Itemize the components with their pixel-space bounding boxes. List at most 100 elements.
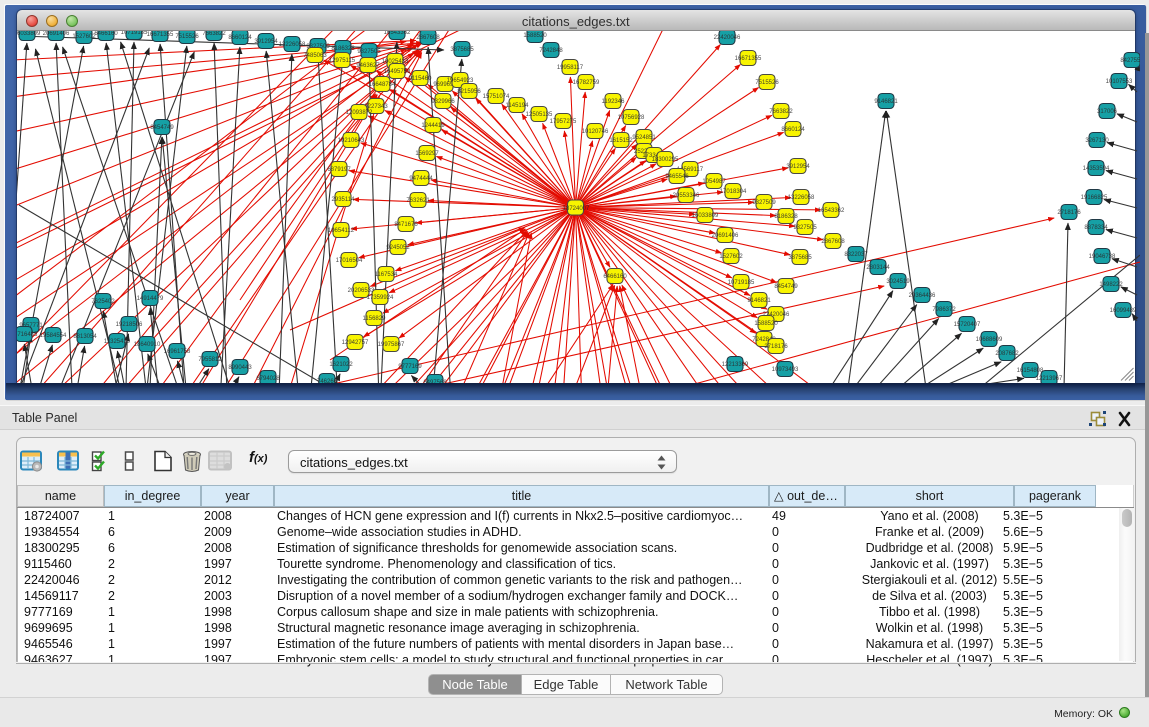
svg-text:16961758: 16961758: [164, 349, 191, 355]
svg-text:19046738: 19046738: [1089, 254, 1116, 260]
svg-text:10719185: 10719185: [728, 280, 755, 286]
svg-text:22420046: 22420046: [714, 35, 741, 41]
svg-text:8186328: 8186328: [331, 46, 355, 52]
svg-text:1527602: 1527602: [719, 254, 743, 260]
svg-text:3912954: 3912954: [786, 164, 810, 170]
svg-text:10973493: 10973493: [772, 367, 799, 373]
svg-text:3912954: 3912954: [254, 39, 278, 45]
svg-text:1588520: 1588520: [754, 321, 778, 327]
svg-text:17359924: 17359924: [367, 295, 394, 301]
svg-text:17016504: 17016504: [336, 258, 363, 264]
svg-text:16099489: 16099489: [1110, 308, 1137, 314]
svg-text:1588520: 1588520: [523, 33, 547, 39]
svg-text:1167534: 1167534: [375, 272, 399, 278]
svg-text:3024519: 3024519: [886, 279, 910, 285]
svg-text:2087682: 2087682: [995, 351, 1019, 357]
svg-text:9146821: 9146821: [874, 99, 898, 105]
svg-text:18640910: 18640910: [134, 342, 161, 348]
svg-text:15720407: 15720407: [954, 322, 981, 328]
svg-text:6794028: 6794028: [256, 376, 280, 382]
svg-text:9474444: 9474444: [409, 176, 433, 182]
svg-text:9465546: 9465546: [665, 174, 689, 180]
svg-text:20691406: 20691406: [712, 233, 739, 239]
svg-text:13226058: 13226058: [279, 42, 306, 48]
svg-text:2867608: 2867608: [416, 35, 440, 41]
svg-text:15716485: 15716485: [17, 332, 38, 338]
svg-text:9327509: 9327509: [752, 200, 776, 206]
svg-text:7663822: 7663822: [202, 31, 226, 37]
svg-text:16033809: 16033809: [17, 31, 41, 37]
svg-text:16033809: 16033809: [692, 213, 719, 219]
svg-text:9115460: 9115460: [409, 76, 433, 82]
svg-text:3267130: 3267130: [1085, 138, 1109, 144]
svg-text:8471676: 8471676: [394, 222, 418, 228]
svg-text:10107553: 10107553: [1106, 79, 1133, 85]
svg-text:3875685: 3875685: [450, 47, 474, 53]
svg-text:8454749: 8454749: [774, 284, 798, 290]
svg-text:17957275: 17957275: [550, 119, 577, 125]
svg-text:13226058: 13226058: [788, 195, 815, 201]
svg-text:10756928: 10756928: [618, 115, 645, 121]
svg-text:17018304: 17018304: [720, 189, 747, 195]
svg-text:10654112: 10654112: [328, 228, 355, 234]
svg-text:20553346: 20553346: [673, 193, 700, 199]
svg-text:18724007: 18724007: [563, 206, 590, 212]
svg-text:20691406: 20691406: [43, 31, 70, 37]
svg-text:9524851: 9524851: [632, 135, 656, 141]
svg-text:14353594: 14353594: [1083, 166, 1110, 172]
svg-text:8660124: 8660124: [781, 127, 805, 133]
svg-text:20206533: 20206533: [348, 288, 375, 294]
svg-text:8813054: 8813054: [73, 334, 97, 340]
svg-text:16671355: 16671355: [735, 56, 762, 62]
svg-text:9777169: 9777169: [398, 364, 422, 370]
svg-text:2803144: 2803144: [866, 265, 890, 271]
svg-text:16782759: 16782759: [573, 80, 600, 86]
svg-text:8215956: 8215956: [457, 89, 481, 95]
svg-text:14914479: 14914479: [137, 296, 164, 302]
svg-text:1621022: 1621022: [329, 362, 353, 368]
svg-text:2718176: 2718176: [764, 344, 788, 350]
svg-text:8427552: 8427552: [1120, 58, 1140, 64]
svg-text:1498222: 1498222: [1099, 282, 1123, 288]
svg-text:1192346: 1192346: [602, 99, 626, 105]
svg-text:16154808: 16154808: [1017, 368, 1044, 374]
svg-text:6466160: 6466160: [94, 31, 118, 37]
svg-text:18300295: 18300295: [652, 157, 679, 163]
svg-text:1527602: 1527602: [72, 34, 96, 40]
svg-text:7632621: 7632621: [406, 198, 430, 204]
svg-text:11325419: 11325419: [104, 339, 131, 345]
svg-text:9327505: 9327505: [357, 49, 381, 55]
svg-text:746266: 746266: [317, 379, 338, 383]
svg-text:12942757: 12942757: [342, 340, 369, 346]
svg-text:12505135: 12505135: [526, 112, 553, 118]
svg-text:8660124: 8660124: [228, 35, 252, 41]
svg-text:317006: 317006: [1097, 109, 1118, 115]
svg-text:9463627: 9463627: [356, 63, 380, 69]
svg-text:8454749: 8454749: [150, 125, 174, 131]
svg-text:2867608: 2867608: [821, 239, 845, 245]
svg-text:6466160: 6466160: [603, 274, 627, 280]
svg-text:19975867: 19975867: [378, 342, 405, 348]
svg-text:9329966: 9329966: [431, 99, 455, 105]
svg-text:8186328: 8186328: [774, 214, 798, 220]
svg-text:1156829: 1156829: [363, 316, 387, 322]
svg-text:16671355: 16671355: [147, 32, 174, 38]
svg-text:9327505: 9327505: [793, 225, 817, 231]
svg-text:1145194: 1145194: [506, 103, 530, 109]
svg-text:7485063: 7485063: [303, 53, 327, 59]
svg-text:10210643: 10210643: [338, 138, 365, 144]
svg-text:12093872: 12093872: [346, 110, 373, 116]
svg-text:12975115: 12975115: [329, 58, 356, 64]
svg-text:12213369: 12213369: [722, 362, 749, 368]
svg-text:1569297: 1569297: [415, 151, 439, 157]
svg-text:2935114: 2935114: [332, 197, 356, 203]
svg-text:20364436: 20364436: [909, 293, 936, 299]
svg-text:8322037: 8322037: [844, 252, 868, 258]
svg-text:19166825: 19166825: [1081, 195, 1108, 201]
svg-text:3875685: 3875685: [788, 255, 812, 261]
svg-text:7625402: 7625402: [91, 299, 115, 305]
svg-text:10120746: 10120746: [582, 129, 609, 135]
svg-text:7663822: 7663822: [769, 109, 793, 115]
svg-text:16648784: 16648784: [369, 82, 396, 88]
svg-text:7986372: 7986372: [932, 307, 956, 313]
